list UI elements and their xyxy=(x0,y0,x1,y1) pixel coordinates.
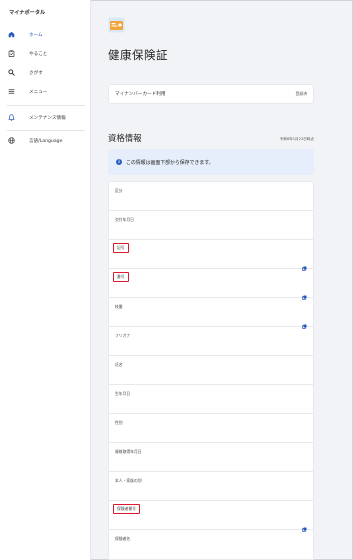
app-title: マイナポータル xyxy=(9,10,46,16)
sidebar-item-label: ホーム xyxy=(29,32,43,38)
field-row: 記号 xyxy=(109,240,313,271)
copy-icon[interactable] xyxy=(302,517,307,532)
sidebar-divider xyxy=(7,105,85,106)
field-row: 枝番 xyxy=(109,298,313,329)
mynumber-card-label: マイナンバーカード利用 xyxy=(115,92,166,97)
field-row: 氏名 xyxy=(109,356,313,385)
copy-icon[interactable] xyxy=(302,314,307,329)
field-row: 保険者番号 xyxy=(109,501,313,532)
field-row: 保険者名 xyxy=(109,530,313,559)
qualification-fields: 区分 交付年月日 記号 番号 枝番 フリガナ 氏名 生年月日 性別 資格取得年月… xyxy=(108,181,314,560)
field-label: 枝番 xyxy=(115,304,123,309)
field-row: 性別 xyxy=(109,414,313,443)
page-title: 健康保険証 xyxy=(108,48,168,62)
sidebar-item-search[interactable]: さがす xyxy=(7,66,87,79)
sidebar-item-label: メンテナンス情報 xyxy=(29,115,66,121)
field-row: 生年月日 xyxy=(109,385,313,414)
sidebar-item-menu[interactable]: メニュー xyxy=(7,85,87,98)
field-row: 本人・家族の別 xyxy=(109,472,313,501)
info-banner-text: この情報は画面下部から保存できます。 xyxy=(126,159,214,166)
sidebar-item-label: 言語/Language xyxy=(29,138,63,144)
copy-icon[interactable] xyxy=(302,256,307,271)
field-label: 保険者名 xyxy=(115,536,131,541)
field-label-highlighted: 番号 xyxy=(113,272,129,282)
field-label: 本人・家族の別 xyxy=(115,478,142,483)
section-date: 令和6年1月23日時点 xyxy=(279,137,314,141)
field-label-highlighted: 記号 xyxy=(113,243,129,253)
info-banner: i この情報は画面下部から保存できます。 xyxy=(108,149,314,175)
sidebar-item-language[interactable]: 言語/Language xyxy=(7,134,87,147)
field-label: 性別 xyxy=(115,420,123,425)
sidebar-item-todo[interactable]: やること xyxy=(7,47,87,60)
field-label: 資格取得年月日 xyxy=(115,449,142,454)
insurance-card-icon xyxy=(108,17,125,33)
field-row: 区分 xyxy=(109,182,313,211)
bell-icon xyxy=(7,113,16,122)
home-icon xyxy=(7,30,16,39)
sidebar-divider xyxy=(7,130,85,131)
field-label-highlighted: 保険者番号 xyxy=(113,504,140,514)
field-label: 区分 xyxy=(115,188,123,193)
sidebar-item-home[interactable]: ホーム xyxy=(7,28,87,41)
mynumber-card-status: 登録済 xyxy=(295,91,307,96)
copy-icon[interactable] xyxy=(302,285,307,300)
menu-icon xyxy=(7,87,16,96)
search-icon xyxy=(7,68,16,77)
field-label: 生年月日 xyxy=(115,391,131,396)
field-row: 交付年月日 xyxy=(109,211,313,240)
section-title: 資格情報 xyxy=(108,133,142,143)
field-row: 資格取得年月日 xyxy=(109,443,313,472)
info-icon: i xyxy=(116,159,122,165)
main-content: 健康保険証 マイナンバーカード利用 登録済 資格情報 令和6年1月23日時点 i… xyxy=(91,0,353,560)
sidebar-item-label: やること xyxy=(29,51,48,57)
sidebar-item-maintenance[interactable]: メンテナンス情報 xyxy=(7,111,87,124)
field-label: フリガナ xyxy=(115,333,131,338)
globe-icon xyxy=(7,136,16,145)
field-row: フリガナ xyxy=(109,327,313,356)
field-row: 番号 xyxy=(109,269,313,300)
field-label: 氏名 xyxy=(115,362,123,367)
clipboard-icon xyxy=(7,49,16,58)
mynumber-card-row[interactable]: マイナンバーカード利用 登録済 xyxy=(108,84,314,104)
sidebar-item-label: さがす xyxy=(29,70,43,76)
sidebar: マイナポータル ホーム やること さがす メニュー メンテナンス情報 言語/La… xyxy=(0,0,91,560)
sidebar-item-label: メニュー xyxy=(29,89,48,95)
field-label: 交付年月日 xyxy=(115,217,134,222)
